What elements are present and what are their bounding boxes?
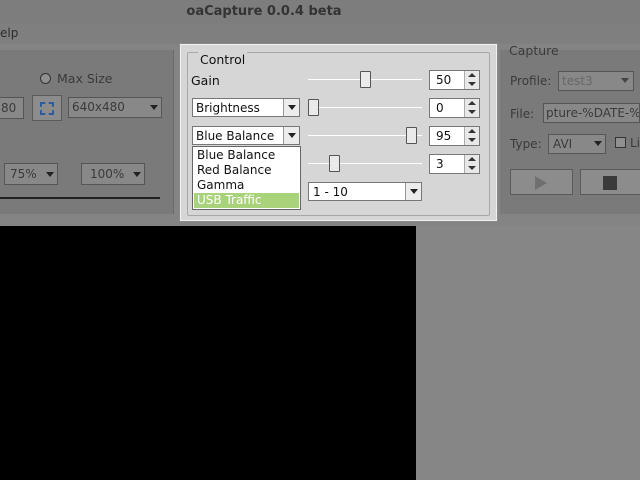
chevron-down-icon — [468, 138, 476, 142]
control-select-3[interactable]: Blue Balance — [192, 126, 300, 145]
profile-combo[interactable]: test3 — [558, 71, 634, 91]
stop-icon — [603, 176, 617, 190]
row4-track — [308, 163, 422, 164]
divider — [0, 197, 160, 199]
chevron-up-icon — [468, 101, 476, 105]
row4-spinbox[interactable]: 3 — [429, 154, 480, 174]
zoom-fit-button[interactable] — [32, 95, 62, 121]
chevron-down-icon — [133, 172, 141, 177]
capture-title: Capture — [509, 43, 559, 58]
spin-buttons[interactable] — [464, 99, 479, 117]
zoom-b-combo[interactable]: 100% — [81, 163, 145, 185]
profile-label: Profile: — [510, 74, 552, 88]
row2-spinbox[interactable]: 0 — [429, 98, 480, 118]
start-capture-button[interactable] — [510, 169, 573, 195]
gain-slider[interactable] — [359, 71, 371, 88]
max-size-radio[interactable] — [40, 73, 51, 84]
type-label: Type: — [510, 137, 542, 151]
stop-capture-button[interactable] — [580, 169, 640, 195]
chevron-up-icon — [468, 157, 476, 161]
chevron-down-icon — [468, 110, 476, 114]
spin-buttons[interactable] — [464, 71, 479, 89]
row4-value: 3 — [436, 157, 444, 171]
chevron-down-icon — [621, 78, 629, 83]
chevron-up-icon — [468, 73, 476, 77]
row2-track — [308, 107, 422, 108]
chevron-down-icon — [468, 82, 476, 86]
control-select-2[interactable]: Brightness — [192, 98, 300, 117]
row3-slider[interactable] — [405, 127, 417, 144]
chevron-down-icon — [283, 99, 299, 116]
control-dropdown-list: Blue Balance Red Balance Gamma USB Traff… — [192, 146, 301, 210]
chevron-up-icon — [468, 129, 476, 133]
chevron-down-icon — [283, 127, 299, 144]
menu-help[interactable]: elp — [0, 26, 18, 40]
spin-buttons[interactable] — [464, 155, 479, 173]
menu-bar — [0, 24, 640, 44]
resolution-value: 640x480 — [72, 100, 125, 114]
dropdown-option[interactable]: Red Balance — [194, 163, 299, 178]
row3-value: 95 — [436, 129, 452, 143]
dropdown-option[interactable]: Gamma — [194, 178, 299, 193]
range-select-value: 1 - 10 — [313, 184, 348, 199]
zoom-a-combo[interactable]: 75% — [4, 163, 58, 185]
checkbox-label: Li — [630, 136, 640, 150]
dropdown-option[interactable]: Blue Balance — [194, 148, 299, 163]
width-value: 80 — [1, 101, 17, 115]
gain-spinbox[interactable]: 50 — [429, 70, 480, 90]
spin-buttons[interactable] — [464, 127, 479, 145]
range-select[interactable]: 1 - 10 — [308, 182, 422, 201]
chevron-down-icon — [150, 105, 158, 110]
window-title: oaCapture 0.0.4 beta — [186, 4, 342, 19]
row3-spinbox[interactable]: 95 — [429, 126, 480, 146]
chevron-down-icon — [405, 183, 421, 200]
max-size-label: Max Size — [57, 71, 113, 86]
chevron-down-icon — [46, 172, 54, 177]
chevron-down-icon — [594, 141, 602, 146]
capture-checkbox[interactable] — [615, 137, 626, 148]
file-value: pture-%DATE-%T — [546, 106, 640, 120]
control-title: Control — [198, 52, 248, 67]
row4-slider[interactable] — [328, 155, 340, 172]
zoom-b-value: 100% — [90, 167, 125, 181]
profile-value: test3 — [562, 74, 593, 88]
chevron-down-icon — [468, 166, 476, 170]
file-label: File: — [510, 107, 535, 121]
zoom-a-value: 75% — [10, 167, 37, 181]
play-icon — [535, 176, 547, 190]
gain-label: Gain — [191, 73, 220, 88]
resolution-combo[interactable]: 640x480 — [68, 97, 162, 118]
row2-value: 0 — [436, 101, 444, 115]
type-combo[interactable]: AVI — [548, 134, 606, 154]
dropdown-option-selected[interactable]: USB Traffic — [194, 193, 299, 208]
type-value: AVI — [553, 137, 573, 151]
gain-value: 50 — [436, 73, 452, 87]
preview-area — [0, 226, 416, 480]
row3-track — [308, 135, 422, 136]
row2-slider[interactable] — [308, 99, 319, 116]
width-field[interactable]: 80 — [0, 97, 24, 119]
control-select-2-value: Brightness — [196, 100, 260, 115]
fit-frame-icon — [40, 102, 54, 115]
control-select-3-value: Blue Balance — [196, 128, 275, 143]
file-input[interactable]: pture-%DATE-%T — [543, 103, 640, 123]
side-area — [416, 226, 640, 480]
